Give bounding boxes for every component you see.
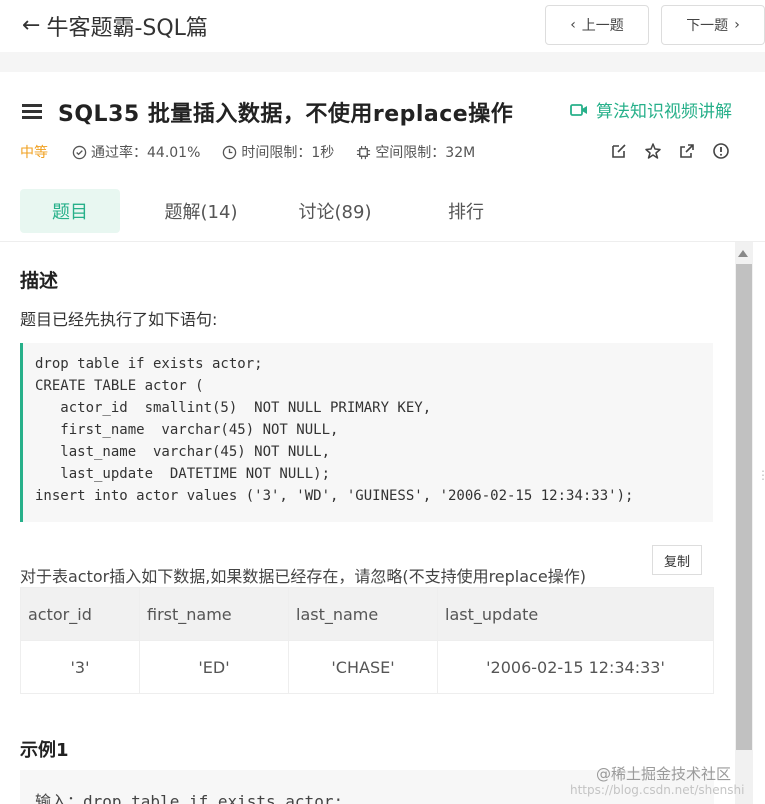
next-problem-button[interactable]: 下一题 › bbox=[661, 5, 765, 45]
edit-icon[interactable] bbox=[610, 142, 628, 160]
alert-icon[interactable] bbox=[712, 142, 730, 160]
code-line: last_update DATETIME NOT NULL); bbox=[35, 466, 331, 482]
resize-handle[interactable]: ⋮ bbox=[757, 469, 765, 481]
code-line: last_name varchar(45) NOT NULL, bbox=[35, 444, 331, 460]
time-limit-text: 时间限制：1秒 bbox=[241, 145, 335, 161]
video-link-label: 算法知识视频讲解 bbox=[596, 102, 732, 122]
table-cell: 'CHASE' bbox=[288, 640, 438, 694]
scrollbar-thumb[interactable] bbox=[736, 264, 752, 750]
code-line: actor_id smallint(5) NOT NULL PRIMARY KE… bbox=[35, 400, 432, 416]
back-link[interactable]: ← 牛客题霸-SQL篇 bbox=[22, 10, 208, 42]
problem-tools bbox=[610, 142, 730, 160]
table-cell: 'ED' bbox=[139, 640, 289, 694]
tab-ranking[interactable]: 排行 bbox=[416, 189, 516, 233]
clock-icon bbox=[223, 145, 237, 159]
code-line: insert into actor values ('3', 'WD', 'GU… bbox=[35, 488, 634, 504]
section-gap bbox=[0, 52, 765, 72]
video-explanation-link[interactable]: 算法知识视频讲解 bbox=[570, 97, 732, 122]
chevron-left-icon: ‹ bbox=[570, 17, 576, 33]
example-heading: 示例1 bbox=[20, 740, 69, 761]
arrow-left-icon: ← bbox=[22, 13, 41, 38]
space-limit-text: 空间限制：32M bbox=[375, 145, 476, 161]
video-icon bbox=[570, 103, 587, 116]
data-table: actor_id first_name last_name last_updat… bbox=[20, 587, 714, 694]
scrollbar[interactable] bbox=[735, 242, 753, 804]
table-header-row: actor_id first_name last_name last_updat… bbox=[20, 587, 714, 641]
difficulty-badge: 中等 bbox=[20, 145, 48, 161]
star-icon[interactable] bbox=[644, 142, 662, 160]
tab-problem[interactable]: 题目 bbox=[20, 189, 120, 233]
problem-tabs: 题目 题解(14) 讨论(89) 排行 bbox=[20, 189, 532, 233]
problem-content: 描述 题目已经先执行了如下语句: drop table if exists ac… bbox=[0, 242, 735, 804]
pass-rate: 通过率：44.01% bbox=[72, 142, 200, 162]
page-title: SQL35 批量插入数据，不使用replace操作 bbox=[58, 102, 514, 127]
watermark: @稀土掘金技术社区 bbox=[596, 763, 731, 784]
prev-label: 上一题 bbox=[581, 18, 624, 34]
code-line: drop table if exists actor; bbox=[35, 356, 263, 372]
watermark-url: https://blog.csdn.net/shenshi bbox=[570, 783, 745, 797]
title-row: SQL35 批量插入数据，不使用replace操作 bbox=[22, 96, 513, 128]
table-cell: '2006-02-15 12:34:33' bbox=[437, 640, 714, 694]
code-line: CREATE TABLE actor ( bbox=[35, 378, 204, 394]
watermark-text: @稀土掘金技术社区 bbox=[596, 765, 732, 783]
tab-discussion[interactable]: 讨论(89) bbox=[270, 189, 400, 233]
table-row: '3' 'ED' 'CHASE' '2006-02-15 12:34:33' bbox=[20, 640, 714, 694]
next-label: 下一题 bbox=[686, 18, 729, 34]
pass-rate-text: 通过率：44.01% bbox=[91, 145, 201, 161]
problem-meta: 中等 通过率：44.01% 时间限制：1秒 空间限制：32M bbox=[20, 142, 497, 162]
code-line: first_name varchar(45) NOT NULL, bbox=[35, 422, 339, 438]
description-intro: 题目已经先执行了如下语句: bbox=[20, 310, 218, 329]
code-block: drop table if exists actor; CREATE TABLE… bbox=[20, 343, 713, 522]
table-cell: '3' bbox=[20, 640, 140, 694]
chip-icon bbox=[357, 145, 371, 159]
tab-solutions[interactable]: 题解(14) bbox=[136, 189, 266, 233]
back-label: 牛客题霸-SQL篇 bbox=[46, 16, 208, 41]
list-icon[interactable] bbox=[22, 104, 42, 120]
task-text: 对于表actor插入如下数据,如果数据已经存在，请忽略(不支持使用replace… bbox=[20, 567, 586, 586]
table-header: last_update bbox=[437, 587, 714, 641]
share-icon[interactable] bbox=[678, 142, 696, 160]
chevron-right-icon: › bbox=[734, 17, 740, 33]
space-limit: 空间限制：32M bbox=[356, 142, 475, 162]
table-header: last_name bbox=[288, 587, 438, 641]
scroll-up-arrow-icon[interactable] bbox=[738, 250, 748, 257]
table-header: actor_id bbox=[20, 587, 140, 641]
table-header: first_name bbox=[139, 587, 289, 641]
prev-problem-button[interactable]: ‹ 上一题 bbox=[545, 5, 649, 45]
copy-button[interactable]: 复制 bbox=[652, 545, 702, 575]
time-limit: 时间限制：1秒 bbox=[222, 142, 334, 162]
description-heading: 描述 bbox=[20, 270, 59, 292]
top-bar: ← 牛客题霸-SQL篇 ‹ 上一题 下一题 › bbox=[0, 0, 765, 52]
example-input: 输入：drop table if exists actor; bbox=[35, 792, 344, 804]
check-circle-icon bbox=[72, 145, 87, 159]
